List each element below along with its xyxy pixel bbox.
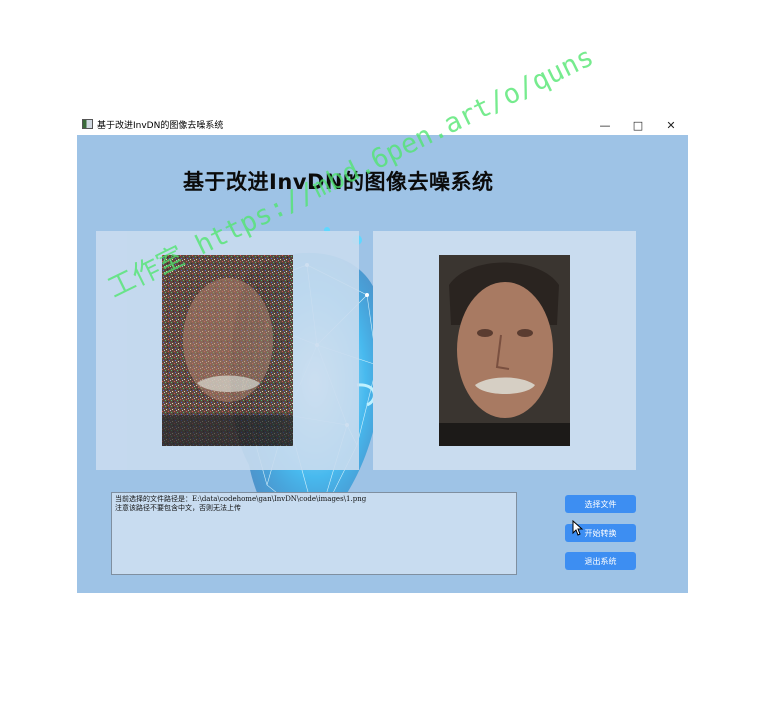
mouse-cursor-icon [572, 520, 584, 536]
maximize-button[interactable]: □ [621, 115, 655, 135]
app-window: 基于改进InvDN的图像去噪系统 — □ ✕ 基于改进InvDN的图像去噪系统 … [77, 115, 688, 593]
exit-system-button[interactable]: 退出系统 [565, 552, 636, 570]
app-icon [82, 119, 93, 129]
output-image-panel [373, 231, 636, 470]
log-line: 注意该路径不要包含中文，否则无法上传 [115, 504, 241, 512]
noisy-input-image [162, 255, 293, 446]
select-file-button[interactable]: 选择文件 [565, 495, 636, 513]
client-area: 基于改进InvDN的图像去噪系统 当前选择的文件路径是：E:\data\code… [77, 135, 688, 593]
denoised-output-image [439, 255, 570, 446]
log-line: 当前选择的文件路径是：E:\data\codehome\gan\InvDN\co… [115, 495, 367, 503]
minimize-button[interactable]: — [588, 115, 622, 135]
status-log-textarea[interactable]: 当前选择的文件路径是：E:\data\codehome\gan\InvDN\co… [111, 492, 517, 575]
window-title: 基于改进InvDN的图像去噪系统 [97, 121, 224, 131]
close-button[interactable]: ✕ [654, 115, 688, 135]
